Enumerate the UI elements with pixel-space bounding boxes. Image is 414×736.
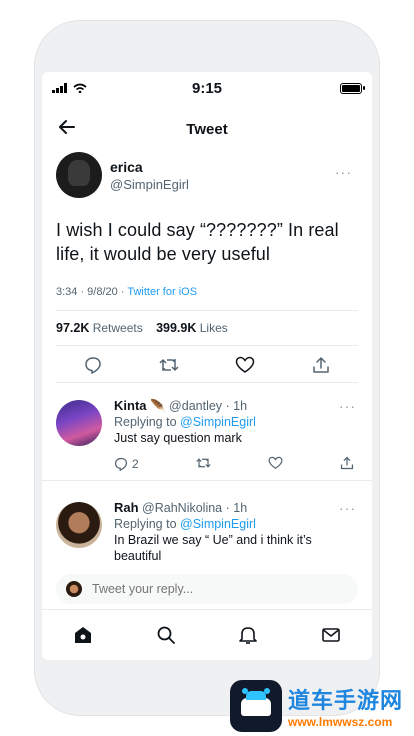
wifi-icon <box>73 83 87 93</box>
reply-count: 2 <box>132 457 139 471</box>
reply-composer[interactable] <box>56 574 358 604</box>
reply-author-name[interactable]: Kinta <box>114 398 147 413</box>
avatar[interactable] <box>56 400 102 446</box>
main-tweet: erica @SimpinEgirl ··· I wish I could sa… <box>56 152 358 383</box>
tweet-source[interactable]: Twitter for iOS <box>127 286 197 298</box>
status-bar: 9:15 <box>42 72 372 104</box>
author-handle[interactable]: @SimpinEgirl <box>110 177 189 192</box>
page-title: Tweet <box>186 120 228 138</box>
signal-icon <box>52 83 67 93</box>
app-screen: 9:15 Tweet erica @SimpinEgirl ··· I wish… <box>42 72 372 660</box>
reply-icon[interactable] <box>84 356 102 374</box>
avatar[interactable] <box>56 152 102 198</box>
reply-text: Just say question mark <box>114 431 242 445</box>
more-options-icon[interactable]: ··· <box>339 500 356 516</box>
reply-time: · 1h <box>225 399 248 413</box>
like-label[interactable]: Likes <box>200 321 228 335</box>
watermark-url: www.lmwwsz.com <box>288 715 393 729</box>
notifications-icon[interactable] <box>238 625 258 645</box>
tweet-meta: 3:34 · 9/8/20 · Twitter for iOS <box>56 286 358 298</box>
retweet-icon[interactable] <box>196 456 211 470</box>
mention-link[interactable]: @SimpinEgirl <box>180 517 256 531</box>
divider <box>56 382 358 383</box>
retweet-count[interactable]: 97.2K <box>56 321 89 335</box>
replying-to: Replying to @SimpinEgirl <box>114 517 256 531</box>
reply-button[interactable]: 2 <box>114 456 139 472</box>
header: Tweet <box>42 114 372 144</box>
avatar[interactable] <box>56 502 102 548</box>
status-time: 9:15 <box>191 79 223 97</box>
avatar <box>66 581 82 597</box>
reply-author-handle[interactable]: @RahNikolina <box>142 501 222 515</box>
reply-icon <box>114 457 128 471</box>
author-name[interactable]: erica <box>110 159 189 175</box>
like-icon[interactable] <box>235 356 255 374</box>
site-watermark: 道车手游网 www.lmwwsz.com <box>230 680 403 732</box>
replying-to: Replying to @SimpinEgirl <box>114 415 256 429</box>
reply-time: · 1h <box>225 501 248 515</box>
messages-icon[interactable] <box>321 625 341 645</box>
tweet-stats: 97.2K Retweets 399.9K Likes <box>56 311 358 345</box>
battery-icon <box>340 82 365 94</box>
reply-text: In Brazil we say “ Ue” and i think it’s … <box>114 533 312 563</box>
reply-item[interactable]: ··· Kinta 🪶 @dantley · 1h Replying to @S… <box>42 398 372 481</box>
reply-input[interactable] <box>90 581 334 597</box>
share-icon[interactable] <box>340 456 354 470</box>
tweet-text: I wish I could say “???????” In real lif… <box>56 220 339 264</box>
reply-author-handle[interactable]: @dantley <box>169 399 222 413</box>
like-count[interactable]: 399.9K <box>156 321 196 335</box>
tweet-actions <box>56 346 358 382</box>
retweet-icon[interactable] <box>159 356 179 374</box>
feather-emoji: 🪶 <box>149 399 166 413</box>
reply-item[interactable]: ··· Rah @RahNikolina · 1h Replying to @S… <box>42 500 372 564</box>
tab-bar <box>42 609 372 660</box>
share-icon[interactable] <box>312 356 330 374</box>
back-arrow-icon[interactable] <box>58 118 76 136</box>
retweet-label[interactable]: Retweets <box>93 321 143 335</box>
divider <box>42 480 372 481</box>
reply-actions: 2 <box>114 456 358 472</box>
search-icon[interactable] <box>156 625 176 645</box>
car-logo-icon <box>230 680 282 732</box>
watermark-title: 道车手游网 <box>288 689 404 714</box>
more-options-icon[interactable]: ··· <box>339 398 356 414</box>
like-icon[interactable] <box>268 456 283 470</box>
tweet-timestamp: 3:34 · 9/8/20 · <box>56 286 128 298</box>
home-icon[interactable] <box>73 625 93 645</box>
reply-author-name[interactable]: Rah <box>114 500 139 515</box>
more-options-icon[interactable]: ··· <box>335 164 352 180</box>
mention-link[interactable]: @SimpinEgirl <box>180 415 256 429</box>
